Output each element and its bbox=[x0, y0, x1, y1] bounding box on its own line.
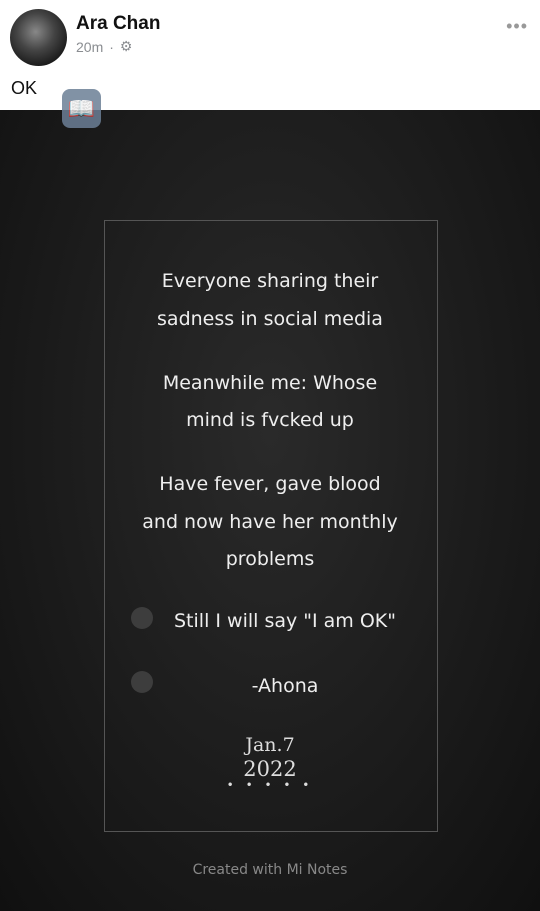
note-line: problems bbox=[225, 548, 315, 570]
note-line: Have fever, gave blood bbox=[159, 473, 381, 495]
note-date: Jan.7 bbox=[245, 734, 295, 756]
note-line: Everyone sharing their bbox=[161, 270, 379, 292]
note-footer: Created with Mi Notes bbox=[192, 862, 348, 878]
post-image[interactable]: Everyone sharing their sadness in social… bbox=[0, 110, 540, 911]
author-name[interactable]: Ara Chan bbox=[76, 13, 160, 35]
book-icon[interactable]: 📖 bbox=[62, 89, 101, 128]
note-line: sadness in social media bbox=[157, 308, 383, 330]
note-line: Still I will say "I am OK" bbox=[174, 610, 396, 632]
separator: · bbox=[109, 38, 114, 55]
avatar[interactable] bbox=[10, 9, 67, 66]
post-meta: 20m · ⚙ bbox=[76, 38, 132, 55]
gear-icon: ⚙ bbox=[119, 38, 133, 54]
note-signature: -Ahona bbox=[251, 675, 319, 697]
note-line: mind is fvcked up bbox=[186, 409, 354, 431]
note-line: Meanwhile me: Whose bbox=[162, 372, 378, 394]
post-text: OK bbox=[11, 78, 38, 98]
more-options-button[interactable]: ••• bbox=[506, 16, 528, 37]
timestamp[interactable]: 20m bbox=[76, 39, 103, 55]
note-line: and now have her monthly bbox=[142, 511, 398, 533]
note-dots: • • • • • bbox=[226, 778, 314, 792]
